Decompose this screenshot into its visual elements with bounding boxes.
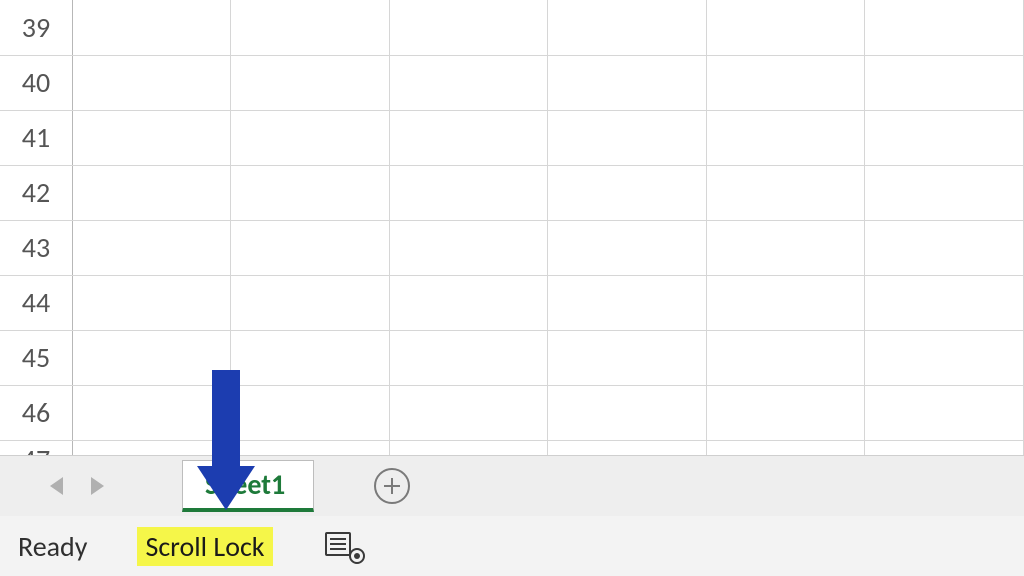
spreadsheet-cell[interactable]	[706, 0, 864, 55]
sheet-nav-arrows	[0, 477, 104, 495]
spreadsheet-cell[interactable]	[389, 385, 547, 440]
spreadsheet-cell[interactable]	[231, 110, 389, 165]
row-header[interactable]: 44	[0, 275, 73, 330]
spreadsheet-cell[interactable]	[389, 110, 547, 165]
add-sheet-button[interactable]	[374, 468, 410, 504]
spreadsheet-cell[interactable]	[389, 165, 547, 220]
spreadsheet-cell[interactable]	[73, 110, 231, 165]
spreadsheet-cell[interactable]	[231, 385, 389, 440]
spreadsheet-cell[interactable]	[548, 220, 706, 275]
spreadsheet-cell[interactable]	[706, 165, 864, 220]
spreadsheet-cell[interactable]	[73, 55, 231, 110]
row-header[interactable]: 41	[0, 110, 73, 165]
spreadsheet-cell[interactable]	[73, 220, 231, 275]
spreadsheet-cell[interactable]	[389, 275, 547, 330]
spreadsheet-cell[interactable]	[389, 330, 547, 385]
spreadsheet-cell[interactable]	[231, 55, 389, 110]
spreadsheet-cell[interactable]	[389, 55, 547, 110]
spreadsheet-cell[interactable]	[548, 0, 706, 55]
sheet-nav-next-icon[interactable]	[91, 477, 104, 495]
spreadsheet-cell[interactable]	[73, 275, 231, 330]
spreadsheet-cell[interactable]	[865, 165, 1024, 220]
spreadsheet-cell[interactable]	[548, 275, 706, 330]
row-header[interactable]: 45	[0, 330, 73, 385]
spreadsheet-cell[interactable]	[865, 55, 1024, 110]
spreadsheet-cell[interactable]	[865, 275, 1024, 330]
spreadsheet-cell[interactable]	[706, 220, 864, 275]
spreadsheet-cell[interactable]	[231, 0, 389, 55]
spreadsheet-cell[interactable]	[865, 330, 1024, 385]
sheet-tab-active[interactable]: Sheet1	[182, 460, 314, 512]
sheet-nav-prev-icon[interactable]	[50, 477, 63, 495]
macro-record-icon[interactable]	[323, 530, 363, 562]
spreadsheet-cell[interactable]	[865, 220, 1024, 275]
spreadsheet-cell[interactable]	[706, 275, 864, 330]
row-header[interactable]: 46	[0, 385, 73, 440]
spreadsheet-cell[interactable]	[73, 165, 231, 220]
spreadsheet-cell[interactable]	[231, 330, 389, 385]
spreadsheet-cell[interactable]	[389, 0, 547, 55]
spreadsheet-cell[interactable]	[706, 330, 864, 385]
spreadsheet-cell[interactable]	[548, 440, 706, 455]
spreadsheet-cell[interactable]	[865, 110, 1024, 165]
spreadsheet-cell[interactable]	[389, 220, 547, 275]
spreadsheet-cell[interactable]	[73, 0, 231, 55]
row-header[interactable]: 39	[0, 0, 73, 55]
status-bar: Ready Scroll Lock	[0, 516, 1024, 576]
spreadsheet-cell[interactable]	[548, 110, 706, 165]
spreadsheet-grid[interactable]: 394041424344454647	[0, 0, 1024, 455]
row-header[interactable]: 42	[0, 165, 73, 220]
spreadsheet-cell[interactable]	[865, 385, 1024, 440]
row-header[interactable]: 43	[0, 220, 73, 275]
row-header[interactable]: 47	[0, 440, 73, 455]
spreadsheet-cell[interactable]	[706, 110, 864, 165]
spreadsheet-cell[interactable]	[865, 0, 1024, 55]
spreadsheet-cell[interactable]	[73, 440, 231, 455]
spreadsheet-cell[interactable]	[73, 330, 231, 385]
spreadsheet-cell[interactable]	[231, 275, 389, 330]
spreadsheet-cell[interactable]	[73, 385, 231, 440]
spreadsheet-cell[interactable]	[706, 55, 864, 110]
status-ready-label: Ready	[18, 529, 87, 564]
sheet-tab-label: Sheet1	[205, 467, 285, 502]
status-scroll-lock-label: Scroll Lock	[137, 527, 272, 566]
spreadsheet-cell[interactable]	[548, 385, 706, 440]
spreadsheet-cell[interactable]	[548, 330, 706, 385]
spreadsheet-cell[interactable]	[548, 165, 706, 220]
spreadsheet-cell[interactable]	[548, 55, 706, 110]
spreadsheet-cell[interactable]	[231, 220, 389, 275]
spreadsheet-cell[interactable]	[706, 385, 864, 440]
spreadsheet-cell[interactable]	[231, 440, 389, 455]
spreadsheet-cell[interactable]	[865, 440, 1024, 455]
row-header[interactable]: 40	[0, 55, 73, 110]
spreadsheet-cell[interactable]	[389, 440, 547, 455]
sheet-tab-bar: Sheet1	[0, 455, 1024, 516]
spreadsheet-cell[interactable]	[706, 440, 864, 455]
spreadsheet-cell[interactable]	[231, 165, 389, 220]
